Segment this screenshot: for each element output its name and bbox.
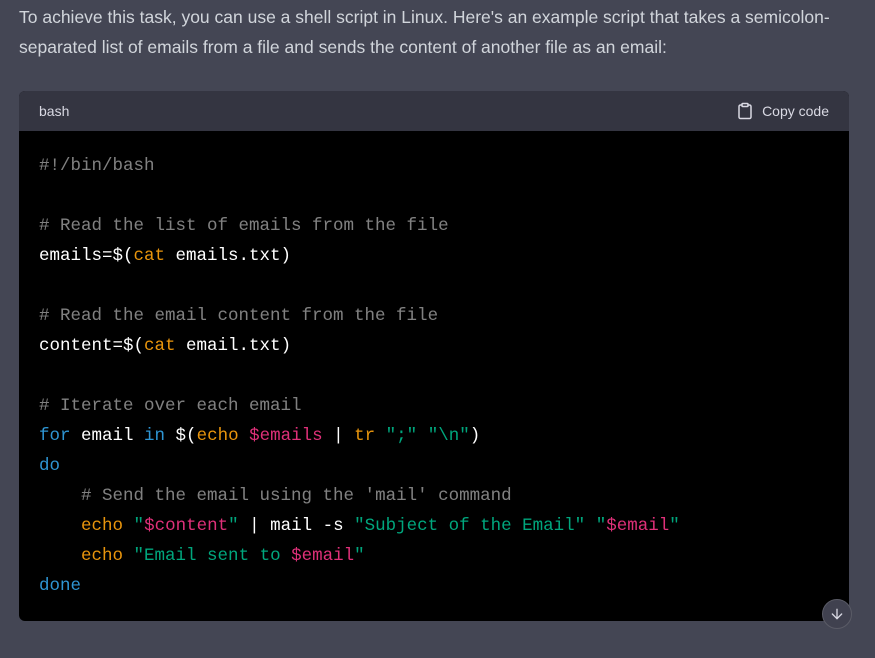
code-line: echo "Email sent to $email" <box>39 541 829 571</box>
code-token-plain: content=$( <box>39 336 145 356</box>
code-token-str: "\n" <box>427 426 470 446</box>
code-line: # Read the list of emails from the file <box>39 211 829 241</box>
code-token-plain: | <box>322 426 355 446</box>
code-content: #!/bin/bash # Read the list of emails fr… <box>19 131 849 621</box>
code-token-plain: emails.txt) <box>165 246 292 266</box>
code-line: content=$(cat email.txt) <box>39 331 829 361</box>
code-token-built: cat <box>144 336 176 356</box>
code-token-var: $emails <box>249 426 323 446</box>
code-token-built: echo <box>81 546 124 566</box>
code-line: for email in $(echo $emails | tr ";" "\n… <box>39 421 829 451</box>
code-line: # Iterate over each email <box>39 391 829 421</box>
code-token-plain: ) <box>469 426 481 446</box>
code-token-plain: email.txt) <box>175 336 292 356</box>
code-token-kw: for <box>39 426 71 446</box>
code-token-str: "Email sent to <box>133 546 292 566</box>
code-token-var: $email <box>606 516 670 536</box>
code-token-comment: # Send the email using the 'mail' comman… <box>81 486 512 506</box>
code-block: bash Copy code #!/bin/bash # Read the li… <box>19 91 849 621</box>
code-token-str: "Subject of the Email" <box>354 516 586 536</box>
code-line: do <box>39 451 829 481</box>
code-token-built: cat <box>133 246 166 266</box>
code-token-str: ";" <box>385 426 418 446</box>
code-block-header: bash Copy code <box>19 91 849 131</box>
code-line: echo "$content" | mail -s "Subject of th… <box>39 511 829 541</box>
code-token-plain: email <box>70 426 145 446</box>
code-token-str: " <box>354 546 365 566</box>
assistant-message-text: To achieve this task, you can use a shel… <box>19 7 830 57</box>
code-line: # Read the email content from the file <box>39 301 829 331</box>
code-token-kw: do <box>39 456 61 476</box>
code-language-label: bash <box>39 103 70 119</box>
code-token-var: $email <box>291 546 355 566</box>
scroll-to-bottom-button[interactable] <box>822 599 852 629</box>
copy-code-label: Copy code <box>762 103 829 119</box>
copy-code-button[interactable]: Copy code <box>736 102 829 120</box>
code-token-comment: #!/bin/bash <box>39 156 155 176</box>
code-line: #!/bin/bash <box>39 151 829 181</box>
code-token-var: $content <box>144 516 229 536</box>
arrow-down-icon <box>831 608 843 620</box>
code-line: done <box>39 571 829 601</box>
code-token-str: " <box>595 516 607 536</box>
code-token-comment: # Iterate over each email <box>39 396 302 416</box>
code-token-built: tr <box>354 426 376 446</box>
code-token-plain: emails=$( <box>39 246 134 266</box>
code-token-comment: # Read the email content from the file <box>39 306 439 326</box>
code-line: emails=$(cat emails.txt) <box>39 241 829 271</box>
code-token-str: " <box>133 516 145 536</box>
code-token-built: echo <box>81 516 124 536</box>
code-token-comment: # Read the list of emails from the file <box>39 216 449 236</box>
code-line: # Send the email using the 'mail' comman… <box>39 481 829 511</box>
code-token-kw: done <box>39 576 82 596</box>
code-token-kw: in <box>144 426 166 446</box>
clipboard-icon <box>738 102 752 120</box>
code-token-str: " <box>228 516 239 536</box>
code-token-plain: | mail -s <box>238 516 355 536</box>
code-token-built: echo <box>196 426 239 446</box>
code-token-str: " <box>669 516 680 536</box>
code-token-plain: $( <box>165 426 197 446</box>
